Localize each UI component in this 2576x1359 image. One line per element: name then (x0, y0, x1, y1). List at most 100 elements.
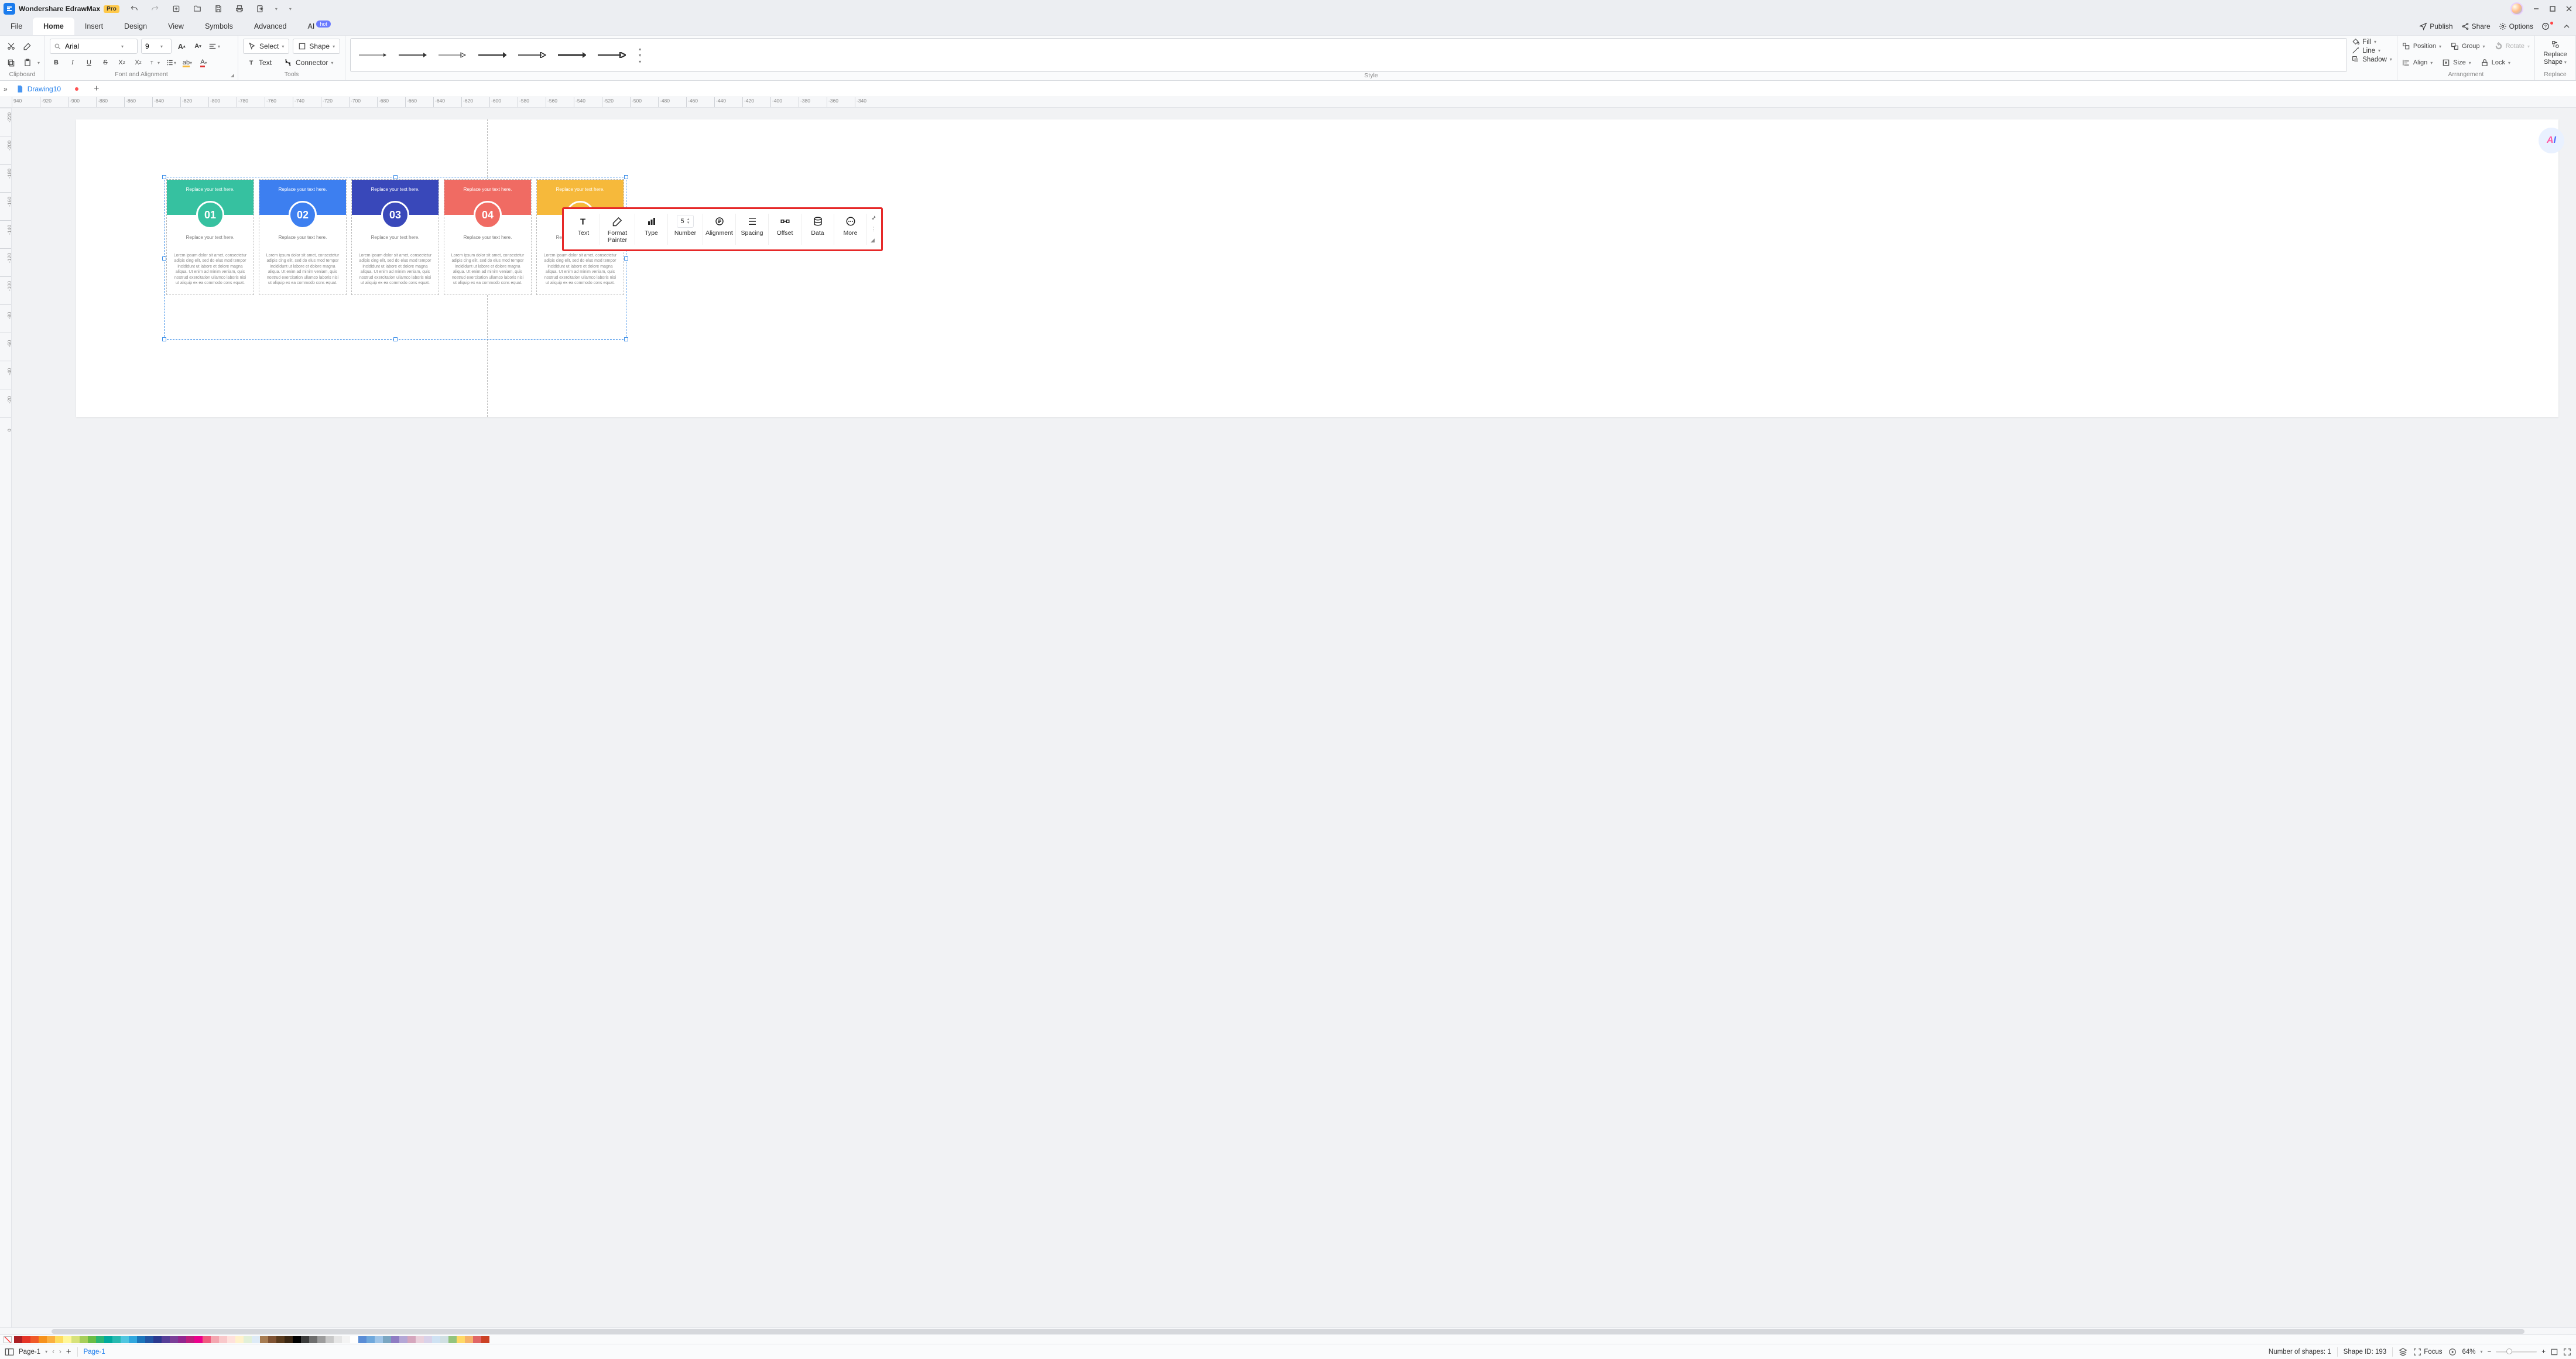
color-swatch[interactable] (71, 1336, 80, 1343)
bullet-list-icon[interactable]: ▾ (165, 56, 177, 69)
info-card[interactable]: Replace your text here.04Replace your te… (444, 179, 532, 295)
close-icon[interactable] (2565, 5, 2572, 12)
position-button[interactable]: Position▾ (2402, 40, 2441, 53)
color-swatch[interactable] (194, 1336, 203, 1343)
ctx-spacing[interactable]: Spacing (736, 214, 769, 245)
info-card[interactable]: Replace your text here.01Replace your te… (166, 179, 254, 295)
color-swatch[interactable] (203, 1336, 211, 1343)
handle-icon[interactable] (162, 337, 166, 341)
color-swatch[interactable] (326, 1336, 334, 1343)
italic-icon[interactable]: I (66, 56, 79, 69)
tab-file[interactable]: File (0, 18, 33, 35)
zoom-in-icon[interactable]: + (2541, 1348, 2546, 1355)
group-button[interactable]: Group▾ (2451, 40, 2485, 53)
paragraph-align-icon[interactable]: ▾ (208, 40, 221, 53)
share-button[interactable]: Share (2461, 22, 2491, 30)
export-icon[interactable] (254, 2, 267, 15)
qat-customize-icon[interactable]: ▾ (289, 6, 292, 12)
replace-shape-icon[interactable] (2549, 38, 2562, 51)
color-swatch[interactable] (252, 1336, 260, 1343)
color-swatch[interactable] (39, 1336, 47, 1343)
paste-dropdown-icon[interactable]: ▾ (37, 60, 40, 66)
arrow-style-7[interactable] (597, 52, 626, 58)
color-swatch[interactable] (399, 1336, 407, 1343)
infographic-cards[interactable]: Replace your text here.01Replace your te… (166, 179, 624, 295)
handle-icon[interactable] (162, 175, 166, 179)
handle-icon[interactable] (162, 256, 166, 261)
connector-tool[interactable]: Connector▾ (280, 55, 338, 70)
handle-icon[interactable] (624, 337, 628, 341)
color-swatch[interactable] (465, 1336, 473, 1343)
arrow-style-4[interactable] (477, 52, 506, 58)
save-icon[interactable] (212, 2, 225, 15)
tab-advanced[interactable]: Advanced (244, 18, 297, 35)
color-swatch[interactable] (178, 1336, 186, 1343)
color-swatch[interactable] (334, 1336, 342, 1343)
ctx-number[interactable]: 5▲▼ Number (668, 214, 703, 245)
line-button[interactable]: Line▾ (2352, 47, 2392, 54)
color-swatch[interactable] (276, 1336, 285, 1343)
options-button[interactable]: Options (2499, 22, 2533, 30)
color-swatch[interactable] (14, 1336, 22, 1343)
color-swatch[interactable] (260, 1336, 268, 1343)
fit-page-icon[interactable] (2550, 1348, 2558, 1356)
arrow-style-1[interactable] (358, 52, 387, 58)
no-fill-swatch[interactable] (4, 1336, 12, 1343)
replace-shape-button[interactable]: Replace Shape ▾ (2540, 51, 2571, 66)
color-swatch[interactable] (137, 1336, 145, 1343)
ctx-offset[interactable]: Offset (769, 214, 801, 245)
shape-tool[interactable]: Shape▾ (293, 39, 340, 54)
minimize-icon[interactable] (2533, 5, 2540, 12)
arrow-style-2[interactable] (398, 52, 427, 58)
color-swatch[interactable] (309, 1336, 317, 1343)
resize-icon[interactable]: ◢ (871, 237, 876, 244)
add-page-icon[interactable]: + (66, 1347, 71, 1357)
page-surface[interactable]: Replace your text here.01Replace your te… (76, 119, 2558, 417)
tab-symbols[interactable]: Symbols (194, 18, 244, 35)
gallery-scroll-icon[interactable]: ▴▾▾ (639, 46, 641, 64)
tabs-overflow-icon[interactable]: » (4, 85, 8, 93)
highlight-icon[interactable]: ab▾ (181, 56, 194, 69)
ctx-data[interactable]: Data (801, 214, 834, 245)
ctx-alignment[interactable]: Alignment (703, 214, 736, 245)
page-selector[interactable]: Page-1 (19, 1348, 40, 1355)
color-swatch[interactable] (112, 1336, 121, 1343)
publish-button[interactable]: Publish (2419, 22, 2452, 30)
color-swatch[interactable] (80, 1336, 88, 1343)
ctx-type[interactable]: Type (635, 214, 668, 245)
print-icon[interactable] (233, 2, 246, 15)
color-swatch[interactable] (407, 1336, 416, 1343)
color-swatch[interactable] (211, 1336, 219, 1343)
canvas[interactable]: Replace your text here.01Replace your te… (12, 108, 2576, 1327)
color-swatch[interactable] (219, 1336, 227, 1343)
tab-design[interactable]: Design (114, 18, 157, 35)
next-page-icon[interactable]: › (59, 1348, 61, 1355)
step-down-icon[interactable]: ▼ (687, 221, 690, 225)
avatar-icon[interactable] (2510, 2, 2523, 15)
color-swatch[interactable] (432, 1336, 440, 1343)
color-swatch[interactable] (104, 1336, 112, 1343)
underline-icon[interactable]: U (83, 56, 95, 69)
color-swatch[interactable] (186, 1336, 194, 1343)
help-icon[interactable]: ? (2541, 22, 2555, 30)
color-swatch[interactable] (424, 1336, 432, 1343)
zoom-value[interactable]: 64% (2462, 1348, 2476, 1355)
arrow-style-6[interactable] (557, 52, 586, 58)
zoom-slider[interactable] (2496, 1351, 2537, 1353)
fill-button[interactable]: Fill▾ (2352, 38, 2392, 46)
expand-icon[interactable]: ◢ (231, 73, 234, 78)
color-swatch[interactable] (162, 1336, 170, 1343)
horizontal-scrollbar[interactable] (0, 1327, 2576, 1334)
decrease-font-icon[interactable]: A▾ (191, 40, 204, 53)
color-swatch[interactable] (375, 1336, 383, 1343)
number-stepper[interactable]: 5▲▼ (677, 215, 693, 228)
tab-insert[interactable]: Insert (74, 18, 114, 35)
color-swatch[interactable] (22, 1336, 30, 1343)
font-size-input[interactable] (145, 42, 160, 50)
page-layout-icon[interactable] (5, 1348, 14, 1356)
font-color-icon[interactable]: A▾ (197, 56, 210, 69)
color-swatch[interactable] (30, 1336, 39, 1343)
color-swatch[interactable] (47, 1336, 55, 1343)
copy-icon[interactable] (5, 56, 18, 69)
tab-home[interactable]: Home (33, 18, 74, 35)
